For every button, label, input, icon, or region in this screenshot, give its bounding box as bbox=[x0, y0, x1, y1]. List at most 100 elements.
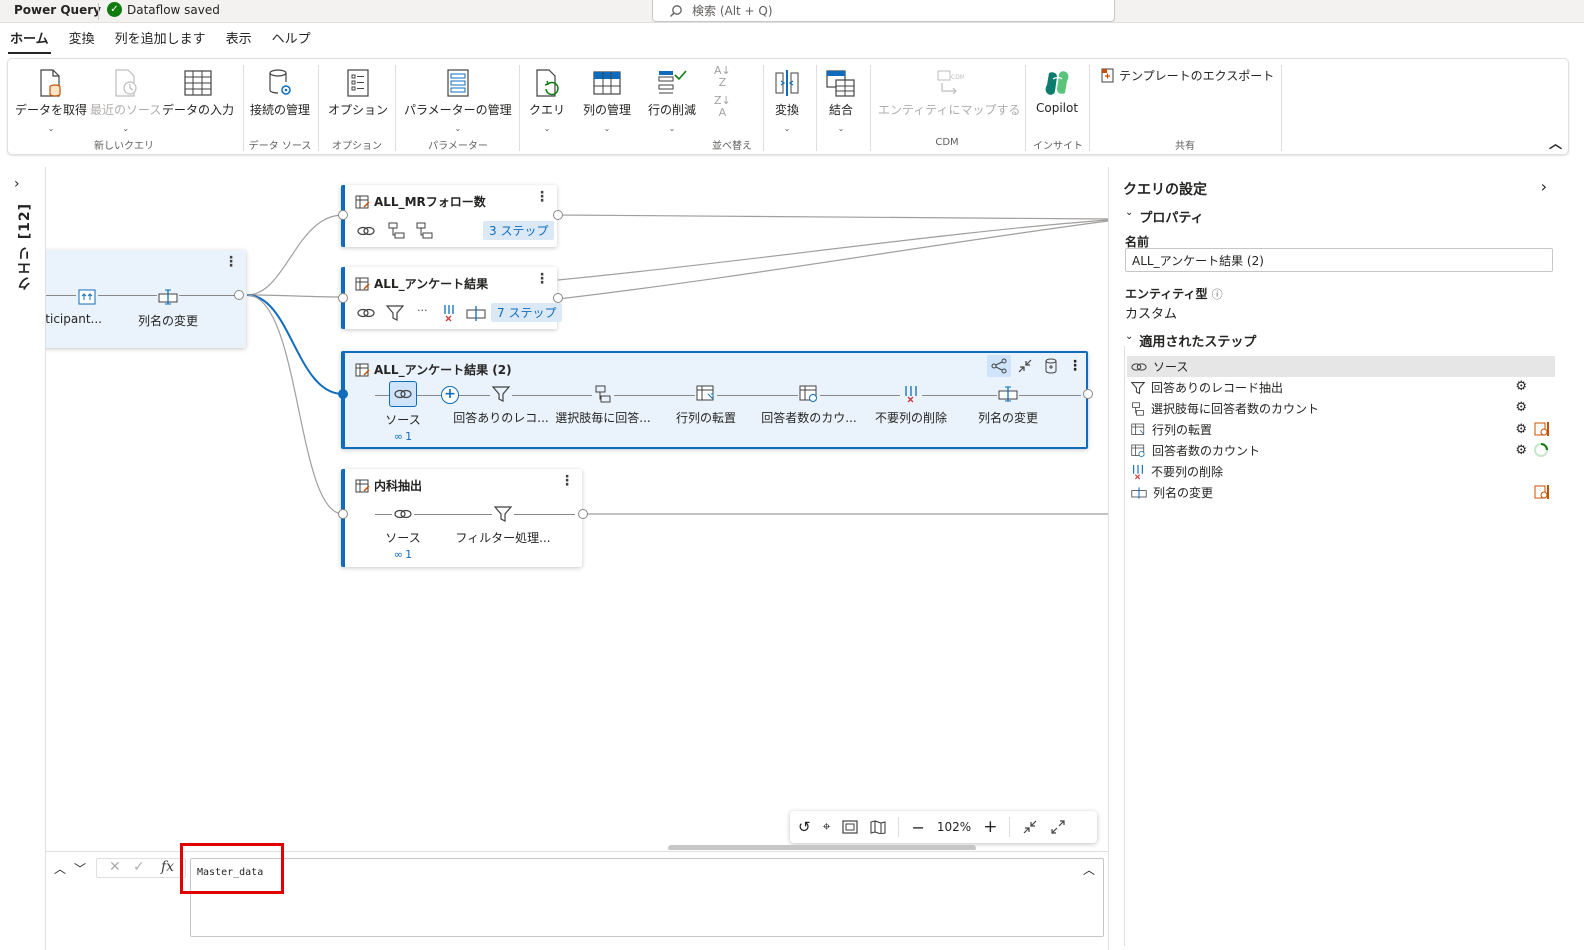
step-node[interactable]: 回答ありのレコ... bbox=[449, 383, 553, 426]
output-port[interactable] bbox=[553, 293, 563, 303]
zoom-out-icon[interactable]: − bbox=[911, 818, 924, 837]
tab-view[interactable]: 表示 bbox=[216, 30, 262, 54]
tab-help[interactable]: ヘルプ bbox=[262, 30, 321, 54]
export-template-button[interactable]: テンプレートのエクスポート bbox=[1101, 67, 1274, 84]
sort-buttons[interactable]: A↓ Z Z↓ A bbox=[714, 65, 731, 119]
input-port[interactable] bbox=[338, 509, 348, 519]
step-node[interactable]: _participant... bbox=[46, 286, 102, 326]
highlight-box bbox=[180, 843, 284, 894]
gear-icon[interactable]: ⚙ bbox=[1515, 379, 1527, 394]
chevron-down-icon[interactable]: ﹀ bbox=[74, 860, 86, 877]
info-icon[interactable]: ⓘ bbox=[1212, 286, 1223, 302]
step-node[interactable]: 回答者数のカウ... bbox=[755, 383, 863, 426]
options-button[interactable]: オプション bbox=[328, 65, 388, 118]
step-node[interactable]: 選択肢毎に回答... bbox=[551, 383, 655, 426]
collapse-ribbon-icon[interactable]: ︿ bbox=[1549, 133, 1562, 152]
input-port[interactable] bbox=[338, 210, 348, 220]
collapse-formula-icon[interactable]: ︿ bbox=[1083, 861, 1095, 878]
applied-step[interactable]: 列名の変更 bbox=[1127, 482, 1555, 503]
applied-step[interactable]: 選択肢毎に回答者数のカウント ⚙ bbox=[1127, 398, 1555, 419]
copilot-button[interactable]: Copilot bbox=[1036, 65, 1078, 115]
manage-columns-button[interactable]: 列の管理 ⌄ bbox=[583, 65, 631, 133]
source-count[interactable]: ∞ 1 bbox=[394, 548, 412, 561]
remove-columns-icon bbox=[905, 386, 917, 403]
expand-queries-icon[interactable]: › bbox=[14, 176, 20, 192]
card-menu-icon[interactable]: ⋮ bbox=[535, 189, 549, 205]
undo-icon[interactable]: ↺ bbox=[798, 818, 811, 836]
map-to-entity-button[interactable]: CDM エンティティにマップする bbox=[878, 65, 1021, 118]
applied-step[interactable]: 行列の転置 ⚙ bbox=[1127, 419, 1555, 440]
step-node[interactable]: 不要列の削除 bbox=[863, 383, 959, 426]
transform-button[interactable]: 変換 ⌄ bbox=[773, 65, 801, 133]
query-card-all-survey-2[interactable]: ALL_アンケート結果 (2) ⋮ ソース ∞ 1 + 回答ありのレコ... 選択… bbox=[341, 351, 1088, 449]
expand-all-icon[interactable] bbox=[1050, 819, 1066, 835]
step-node[interactable]: 列名の変更 bbox=[969, 383, 1047, 426]
search-box[interactable]: 検索 (Alt + Q) bbox=[652, 0, 1115, 22]
count-rows-icon bbox=[1131, 444, 1145, 457]
formula-input[interactable]: Master_data ︿ bbox=[190, 858, 1104, 937]
output-port[interactable] bbox=[578, 509, 588, 519]
applied-step-source[interactable]: ソース bbox=[1127, 356, 1555, 377]
diagram-canvas[interactable]: ⋮ _participant... 列名の変更 ALL_MRフォロー数 ⋮ 3 … bbox=[46, 167, 1108, 850]
card-menu-icon[interactable]: ⋮ bbox=[224, 254, 238, 270]
get-data-button[interactable]: データを取得 ⌄ bbox=[15, 65, 87, 133]
focus-icon[interactable]: ⌖ bbox=[823, 819, 831, 835]
manage-connections-button[interactable]: 接続の管理 bbox=[250, 65, 310, 118]
step-node-source[interactable]: ソース ∞ 1 bbox=[375, 381, 431, 443]
applied-step[interactable]: 回答ありのレコード抽出 ⚙ bbox=[1127, 377, 1555, 398]
unpivot-icon bbox=[78, 289, 96, 305]
step-node[interactable]: フィルター処理... bbox=[449, 503, 557, 546]
query-card-all-survey[interactable]: ALL_アンケート結果 ⋮ ··· 7 ステップ bbox=[341, 267, 563, 329]
query-button[interactable]: クエリ ⌄ bbox=[529, 65, 565, 133]
step-node[interactable]: 列名の変更 bbox=[132, 286, 204, 329]
tab-add-column[interactable]: 列を追加します bbox=[105, 30, 216, 54]
combine-button[interactable]: 結合 ⌄ bbox=[826, 65, 856, 133]
applied-step[interactable]: 回答者数のカウント ⚙ bbox=[1127, 440, 1555, 461]
enter-data-button[interactable]: データの入力 bbox=[162, 65, 234, 118]
gear-icon[interactable]: ⚙ bbox=[1515, 422, 1527, 437]
manage-parameters-button[interactable]: パラメーターの管理 ⌄ bbox=[404, 65, 512, 133]
query-name-input[interactable] bbox=[1125, 248, 1553, 272]
gear-icon[interactable]: ⚙ bbox=[1515, 400, 1527, 415]
collapse-all-icon[interactable] bbox=[1022, 819, 1038, 835]
reduce-rows-button[interactable]: 行の削減 ⌄ bbox=[648, 65, 696, 133]
cancel-formula-icon[interactable]: ✕ bbox=[109, 859, 121, 875]
applied-step[interactable]: 不要列の削除 bbox=[1127, 461, 1555, 482]
zoom-level: 102% bbox=[936, 820, 972, 834]
app-title: Power Query bbox=[14, 3, 101, 17]
collapse-settings-icon[interactable]: › bbox=[1541, 177, 1547, 196]
collapse-card-button[interactable] bbox=[1013, 355, 1037, 377]
applied-steps-section[interactable]: ⌄ 適用されたステップ bbox=[1125, 331, 1256, 350]
card-menu-icon[interactable]: ⋮ bbox=[535, 271, 549, 287]
tab-transform[interactable]: 変換 bbox=[59, 30, 105, 54]
query-card-previous[interactable]: ⋮ _participant... 列名の変更 bbox=[46, 250, 246, 348]
fit-screen-icon[interactable] bbox=[842, 820, 859, 834]
map-icon[interactable] bbox=[870, 820, 887, 834]
steps-count-badge[interactable]: 7 ステップ bbox=[491, 303, 563, 322]
output-port[interactable] bbox=[553, 210, 563, 220]
card-menu-icon[interactable]: ⋮ bbox=[560, 473, 574, 489]
show-lineage-button[interactable] bbox=[987, 355, 1011, 377]
card-menu-icon[interactable]: ⋮ bbox=[1063, 355, 1087, 377]
gear-icon[interactable]: ⚙ bbox=[1515, 443, 1527, 458]
dataset-button[interactable] bbox=[1039, 355, 1063, 377]
source-count[interactable]: ∞ 1 bbox=[394, 430, 412, 443]
horizontal-scrollbar[interactable] bbox=[668, 845, 976, 850]
output-port[interactable] bbox=[1083, 389, 1093, 399]
query-card-all-mr-follow[interactable]: ALL_MRフォロー数 ⋮ 3 ステップ bbox=[341, 185, 557, 247]
output-port[interactable] bbox=[234, 290, 244, 300]
zoom-in-icon[interactable]: + bbox=[983, 817, 997, 837]
query-card-internal-medicine[interactable]: 内科抽出 ⋮ ソース ∞ 1 フィルター処理... bbox=[341, 469, 582, 567]
group-by-icon bbox=[1132, 401, 1144, 416]
step-node[interactable]: 行列の転置 bbox=[661, 383, 751, 426]
fx-icon: fx bbox=[161, 859, 175, 875]
properties-section[interactable]: ⌄ プロパティ bbox=[1125, 207, 1204, 226]
input-port[interactable] bbox=[338, 389, 348, 399]
input-port[interactable] bbox=[338, 293, 348, 303]
step-node-source[interactable]: ソース ∞ 1 bbox=[375, 503, 431, 561]
tab-home[interactable]: ホーム bbox=[0, 30, 59, 54]
chevron-up-icon[interactable]: ︿ bbox=[54, 860, 66, 877]
recent-sources-button[interactable]: 最近のソース ⌄ bbox=[90, 65, 161, 133]
confirm-formula-icon[interactable]: ✓ bbox=[133, 859, 145, 875]
steps-count-badge[interactable]: 3 ステップ bbox=[483, 221, 555, 240]
